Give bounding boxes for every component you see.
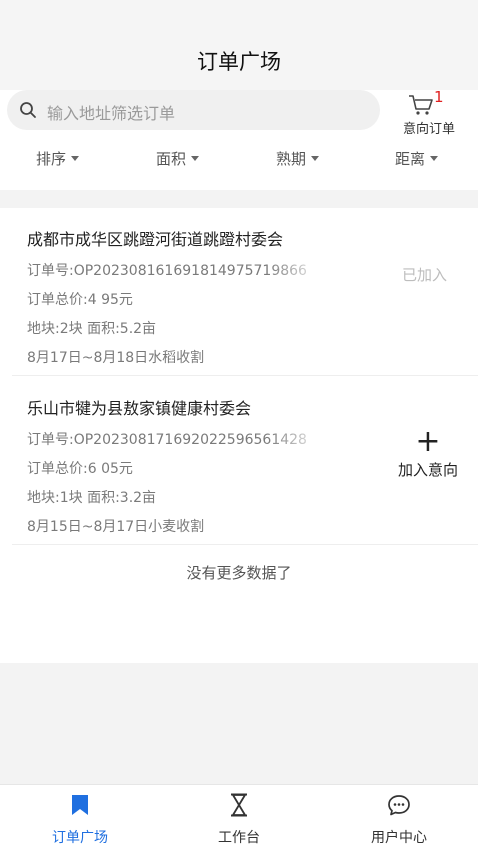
order-location: 乐山市犍为县敖家镇健康村委会 <box>27 399 252 418</box>
order-card[interactable]: 成都市成华区跳蹬河街道跳蹬村委会 订单号:OP20230816169181497… <box>12 208 478 376</box>
caret-down-icon <box>191 156 200 161</box>
add-intent-button[interactable]: + 加入意向 <box>390 427 466 487</box>
tab-workbench-label: 工作台 <box>218 830 260 846</box>
tab-user-center-label: 用户中心 <box>371 830 427 846</box>
intent-orders-button[interactable]: 1 意向订单 <box>396 88 462 137</box>
bottom-tab-bar: 订单广场 工作台 用户中心 <box>0 784 478 850</box>
tab-order-square[interactable]: 订单广场 <box>20 791 140 847</box>
cart-icon <box>409 95 433 115</box>
filter-maturity[interactable]: 熟期 <box>276 148 320 169</box>
bookmark-icon <box>72 795 88 815</box>
order-harvest: 8月17日~8月18日水稻收割 <box>27 350 205 366</box>
intent-orders-label: 意向订单 <box>402 122 455 137</box>
caret-down-icon <box>430 156 439 161</box>
search-placeholder: 输入地址筛选订单 <box>47 104 176 123</box>
page-title: 订单广场 <box>197 50 281 74</box>
order-total: 订单总价:4 95元 <box>27 292 133 308</box>
tab-user-center[interactable]: 用户中心 <box>339 791 459 847</box>
search-input[interactable]: 输入地址筛选订单 <box>7 90 380 130</box>
tab-workbench[interactable]: 工作台 <box>179 791 299 847</box>
order-number: 订单号:OP202308171692022596561428 <box>27 432 307 448</box>
intent-count-badge: 1 <box>434 88 444 106</box>
order-number: 订单号:OP202308161691814975719866 <box>27 263 307 279</box>
filter-distance[interactable]: 距离 <box>395 148 439 169</box>
filter-sort-label: 排序 <box>36 150 67 168</box>
order-plot: 地块:1块 面积:3.2亩 <box>27 490 157 506</box>
order-plot: 地块:2块 面积:5.2亩 <box>27 321 157 337</box>
added-status: 已加入 <box>402 266 448 284</box>
chat-bubble-icon <box>388 795 410 816</box>
hourglass-icon <box>231 793 247 817</box>
no-more-data-text: 没有更多数据了 <box>186 564 292 582</box>
order-total: 订单总价:6 05元 <box>27 461 133 477</box>
order-list: 成都市成华区跳蹬河街道跳蹬村委会 订单号:OP20230816169181497… <box>0 208 478 663</box>
filter-sort[interactable]: 排序 <box>36 148 80 169</box>
order-harvest: 8月15日~8月17日小麦收割 <box>27 519 205 535</box>
caret-down-icon <box>311 156 320 161</box>
search-filter-bar: 输入地址筛选订单 1 意向订单 排序 面积 熟期 距离 <box>0 88 478 190</box>
tab-order-square-label: 订单广场 <box>52 830 108 846</box>
filter-area[interactable]: 面积 <box>156 148 200 169</box>
filter-maturity-label: 熟期 <box>276 150 307 168</box>
search-icon <box>20 102 36 118</box>
caret-down-icon <box>71 156 80 161</box>
order-location: 成都市成华区跳蹬河街道跳蹬村委会 <box>27 230 284 249</box>
filter-area-label: 面积 <box>156 150 187 168</box>
filter-distance-label: 距离 <box>395 150 426 168</box>
plus-icon: + <box>415 424 441 459</box>
app-header: 订单广场 <box>0 0 478 90</box>
add-intent-label: 加入意向 <box>397 461 458 479</box>
filter-row: 排序 面积 熟期 距离 <box>0 148 478 178</box>
order-card[interactable]: 乐山市犍为县敖家镇健康村委会 订单号:OP2023081716920225965… <box>12 377 478 545</box>
